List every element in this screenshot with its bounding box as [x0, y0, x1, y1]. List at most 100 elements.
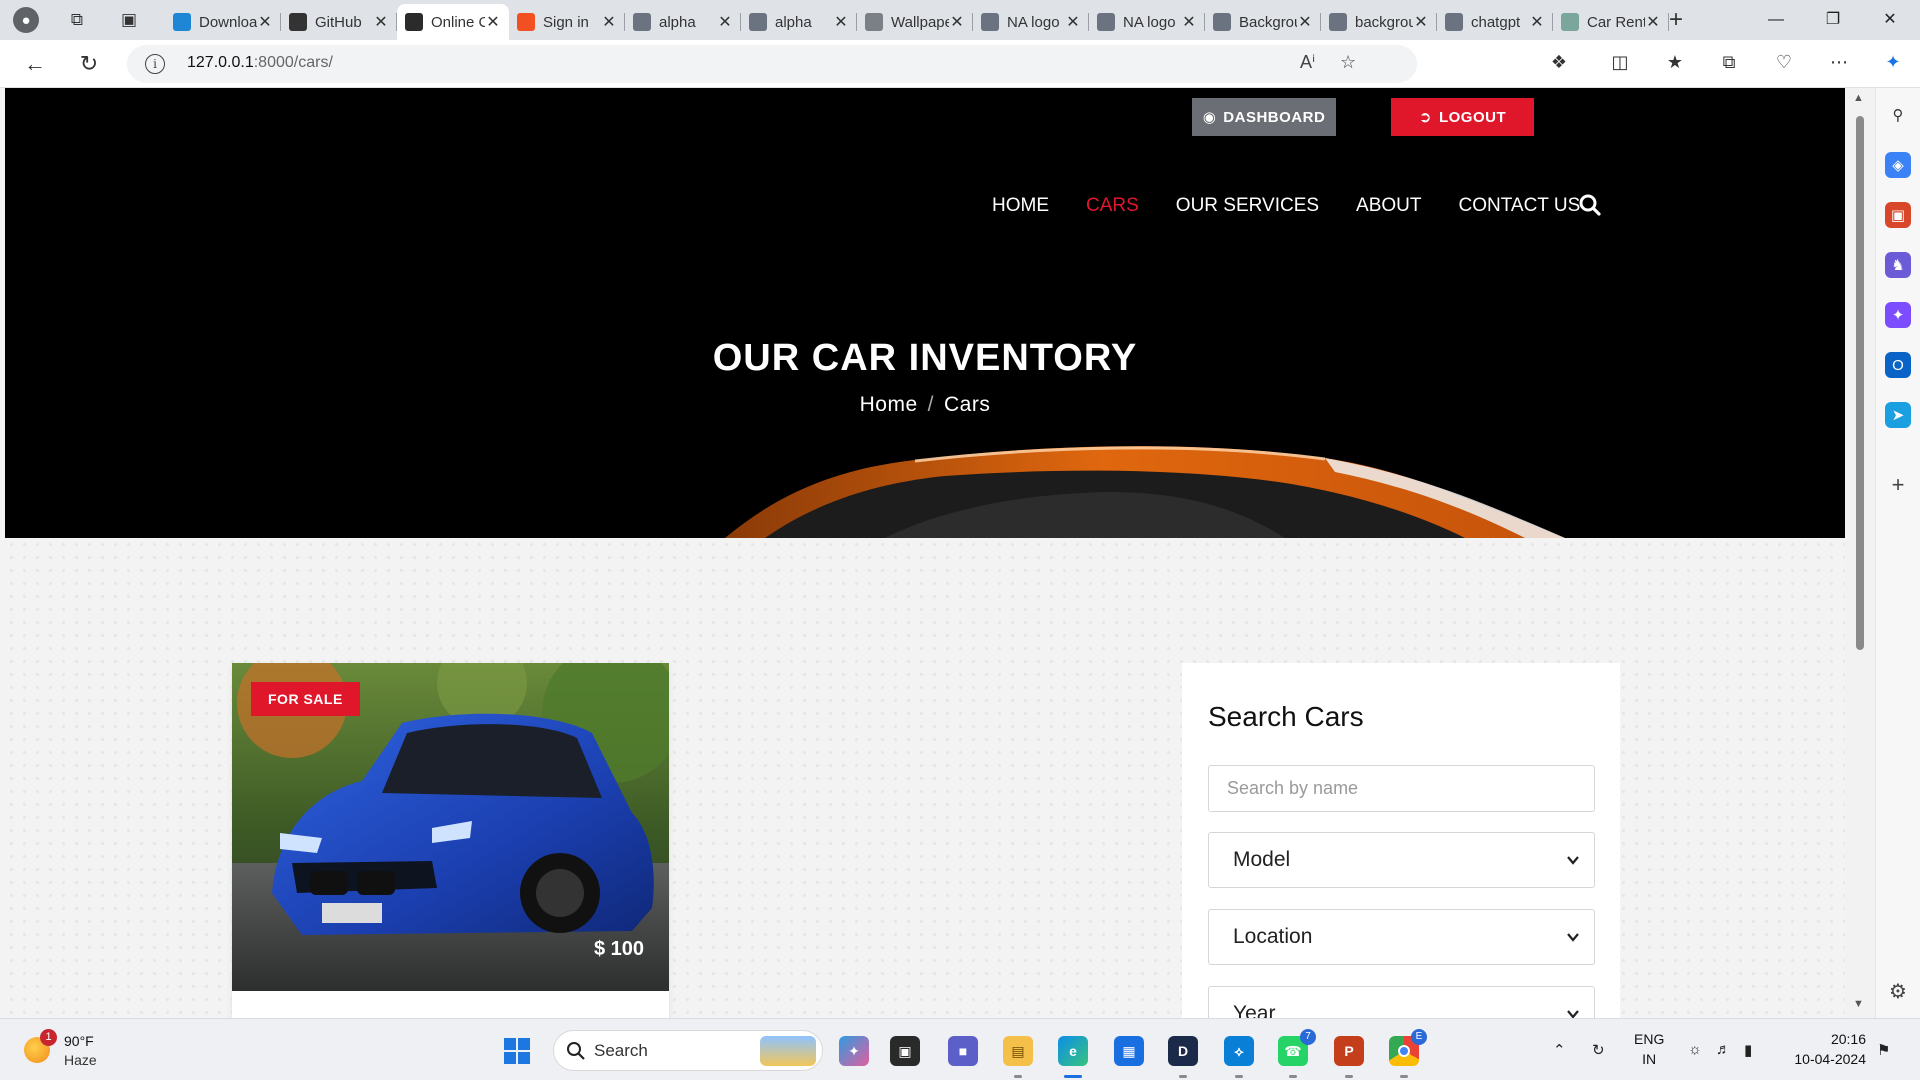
breadcrumb-home[interactable]: Home — [860, 393, 918, 416]
profile-button[interactable]: ● — [10, 6, 42, 34]
windows-logo-icon — [504, 1038, 530, 1064]
system-clock[interactable]: 20:16 10-04-2024 — [1786, 1029, 1866, 1069]
location-select[interactable]: Location — [1208, 909, 1595, 965]
scroll-down-arrow-icon[interactable]: ▼ — [1853, 998, 1864, 1010]
nav-contact-us[interactable]: CONTACT US — [1459, 195, 1581, 217]
close-tab-icon[interactable]: ✕ — [1413, 12, 1429, 32]
page-scrollbar[interactable]: ▲ ▼ — [1845, 88, 1875, 1018]
collections-icon[interactable]: ⧉ — [1716, 52, 1742, 76]
close-tab-icon[interactable]: ✕ — [949, 12, 965, 32]
car-listing-card[interactable]: FOR SALE $ 100 — [232, 663, 669, 1018]
site-info-icon[interactable]: i — [145, 54, 165, 74]
new-tab-button[interactable]: + — [1662, 6, 1690, 34]
close-tab-icon[interactable]: ✕ — [373, 12, 389, 32]
restore-button[interactable]: ❐ — [1815, 6, 1851, 34]
volume-icon[interactable]: ♬ — [1716, 1041, 1731, 1058]
notification-bell-icon[interactable]: ⚑ — [1877, 1041, 1890, 1059]
browser-tab[interactable]: NA logo ✕ — [1089, 4, 1205, 40]
weather-widget[interactable]: 1 90°F Haze — [20, 1029, 110, 1073]
back-button[interactable]: ← — [20, 50, 50, 78]
location-select-value: Location — [1233, 925, 1313, 948]
nav-our-services[interactable]: OUR SERVICES — [1176, 195, 1319, 217]
workspaces-icon[interactable]: ⧉ — [66, 9, 88, 31]
close-tab-icon[interactable]: ✕ — [1645, 12, 1661, 32]
browser-tab[interactable]: chatgpt ✕ — [1437, 4, 1553, 40]
close-tab-icon[interactable]: ✕ — [717, 12, 733, 32]
search-icon[interactable] — [1577, 192, 1603, 218]
chrome-icon[interactable]: E — [1389, 1029, 1427, 1066]
copilot-app-icon[interactable]: ✦ — [839, 1036, 869, 1066]
task-view-icon[interactable]: ▣ — [890, 1036, 920, 1066]
sidebar-copilot-icon[interactable]: ✦ — [1885, 302, 1911, 328]
browser-tab[interactable]: Wallpapers✕ — [857, 4, 973, 40]
close-tab-icon[interactable]: ✕ — [1065, 12, 1081, 32]
close-tab-icon[interactable]: ✕ — [485, 12, 501, 32]
edge-icon[interactable]: e — [1058, 1036, 1088, 1066]
input-language[interactable]: ENG IN — [1634, 1029, 1664, 1069]
vscode-icon[interactable]: ⟡ — [1224, 1036, 1254, 1066]
sidebar-search-icon[interactable]: ⚲ — [1885, 102, 1911, 128]
show-hidden-icons[interactable]: ⌃ — [1553, 1041, 1566, 1059]
search-by-name-input[interactable] — [1208, 765, 1595, 812]
dashboard-button[interactable]: ◉ DASHBOARD — [1192, 98, 1336, 136]
sync-icon[interactable]: ↻ — [1592, 1041, 1605, 1059]
close-tab-icon[interactable]: ✕ — [257, 12, 273, 32]
nav-home[interactable]: HOME — [992, 195, 1049, 217]
browser-tab[interactable]: Online Car Dealership✕ — [397, 4, 509, 40]
browser-tab[interactable]: alpha ✕ — [625, 4, 741, 40]
sidebar-send-icon[interactable]: ➤ — [1885, 402, 1911, 428]
sidebar-settings-icon[interactable]: ⚙ — [1885, 978, 1911, 1004]
favorite-star-icon[interactable]: ☆ — [1340, 52, 1356, 73]
close-tab-icon[interactable]: ✕ — [1529, 12, 1545, 32]
split-screen-icon[interactable]: ◫ — [1607, 52, 1633, 76]
dell-icon[interactable]: D — [1168, 1036, 1198, 1066]
browser-tab[interactable]: Downloads✕ — [165, 4, 281, 40]
browser-tab[interactable]: alpha ✕ — [741, 4, 857, 40]
extensions-icon[interactable]: ❖ — [1546, 52, 1572, 76]
wifi-icon[interactable]: ☼ — [1688, 1041, 1702, 1058]
close-window-button[interactable]: ✕ — [1872, 6, 1908, 34]
car-photo[interactable]: FOR SALE $ 100 — [232, 663, 669, 991]
nav-about[interactable]: ABOUT — [1356, 195, 1421, 217]
sidebar-add-icon[interactable]: + — [1885, 472, 1911, 498]
nav-cars[interactable]: CARS — [1086, 195, 1139, 217]
logout-button[interactable]: ➲ LOGOUT — [1391, 98, 1534, 136]
search-cars-panel: Search Cars Model Location Year — [1182, 663, 1620, 1018]
taskbar-search-box[interactable]: Search — [553, 1030, 823, 1071]
minimize-button[interactable]: — — [1758, 6, 1794, 34]
browser-essentials-icon[interactable]: ♡ — [1771, 52, 1797, 76]
browser-tab[interactable]: NA logo ✕ — [973, 4, 1089, 40]
sidebar-outlook-icon[interactable]: O — [1885, 352, 1911, 378]
browser-tab[interactable]: Car Rental✕ — [1553, 4, 1669, 40]
browser-tab[interactable]: Background✕ — [1205, 4, 1321, 40]
teams-icon[interactable]: ■ — [948, 1036, 978, 1066]
scroll-up-arrow-icon[interactable]: ▲ — [1853, 92, 1864, 104]
close-tab-icon[interactable]: ✕ — [1297, 12, 1313, 32]
whatsapp-icon[interactable]: ☎ 7 — [1278, 1029, 1316, 1066]
microsoft-store-icon[interactable]: ▦ — [1114, 1036, 1144, 1066]
tab-actions-icon[interactable]: ▣ — [118, 9, 140, 31]
more-menu-icon[interactable]: ⋯ — [1826, 52, 1852, 76]
browser-tab[interactable]: GitHub ✕ — [281, 4, 397, 40]
year-select[interactable]: Year — [1208, 986, 1595, 1018]
sidebar-tools-icon[interactable]: ▣ — [1885, 202, 1911, 228]
refresh-button[interactable]: ↻ — [74, 50, 104, 78]
read-aloud-icon[interactable]: Aⁱ — [1300, 52, 1315, 73]
battery-icon[interactable]: ▮ — [1744, 1041, 1752, 1059]
close-tab-icon[interactable]: ✕ — [833, 12, 849, 32]
file-explorer-icon[interactable]: ▤ — [1003, 1036, 1033, 1066]
copilot-icon[interactable]: ✦ — [1880, 52, 1906, 76]
model-select[interactable]: Model — [1208, 832, 1595, 888]
browser-tab[interactable]: Sign in ✕ — [509, 4, 625, 40]
sidebar-games-icon[interactable]: ♞ — [1885, 252, 1911, 278]
sidebar-shopping-icon[interactable]: ◈ — [1885, 152, 1911, 178]
favorites-icon[interactable]: ★ — [1662, 52, 1688, 76]
start-button[interactable] — [502, 1036, 532, 1066]
address-bar[interactable]: i 127.0.0.1:8000/cars/ Aⁱ ☆ — [127, 45, 1417, 83]
url-path: :8000/cars/ — [253, 54, 333, 71]
powerpoint-icon[interactable]: P — [1334, 1036, 1364, 1066]
close-tab-icon[interactable]: ✕ — [601, 12, 617, 32]
close-tab-icon[interactable]: ✕ — [1181, 12, 1197, 32]
browser-tab[interactable]: background✕ — [1321, 4, 1437, 40]
scrollbar-thumb[interactable] — [1856, 116, 1864, 650]
